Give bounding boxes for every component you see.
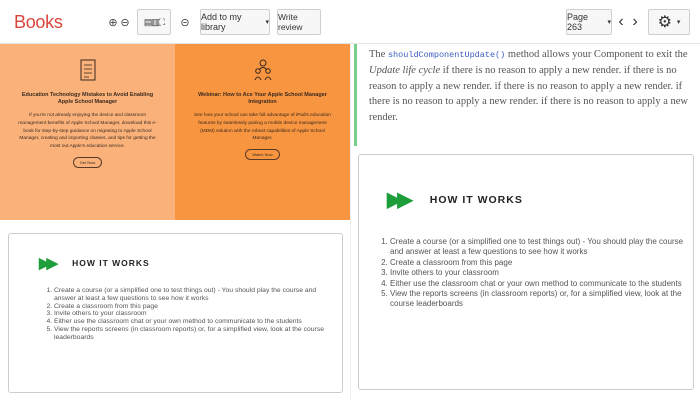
list-item: Either use the classroom chat or your ow…	[54, 318, 337, 326]
link-icon: ⊝	[180, 16, 190, 29]
pane-divider	[350, 44, 351, 400]
promo-card-body: If you're not already enjoying the devic…	[18, 113, 157, 149]
how-it-works-card-large: ▶▶ HOW IT WORKS Create a course (or a si…	[358, 154, 694, 390]
chevron-down-icon: ▾	[607, 19, 611, 26]
how-it-works-card: ▶▶ HOW IT WORKS Create a course (or a si…	[8, 233, 343, 393]
promo-card-webinar: Webinar: How to Ace Your Apple School Ma…	[175, 44, 350, 220]
how-it-works-header: ▶▶ HOW IT WORKS	[39, 254, 150, 272]
page-select[interactable]: Page 263 ▾	[566, 9, 612, 35]
chevron-right-icon: ›	[632, 13, 638, 30]
list-item: View the reports screens (in classroom r…	[54, 326, 337, 342]
add-to-library-label: Add to my library	[201, 12, 242, 32]
zoom-out-icon: ⊖	[120, 16, 130, 29]
how-it-works-title: HOW IT WORKS	[429, 193, 523, 206]
list-item: View the reports screens (in classroom r…	[390, 289, 691, 310]
excerpt-text: method allows your Component to exit the	[505, 49, 688, 60]
brand-logo[interactable]: Books	[14, 12, 63, 33]
how-it-works-list: Create a course (or a simplified one to …	[381, 237, 691, 310]
settings-button[interactable]: ⚙ ▾	[648, 9, 690, 35]
add-to-library-button[interactable]: Add to my library ▾	[200, 9, 270, 35]
write-review-button[interactable]: Write review	[277, 9, 321, 35]
checklist-icon	[80, 59, 95, 81]
list-item: Create a course (or a simplified one to …	[390, 237, 691, 258]
people-icon	[254, 59, 271, 81]
emphasis-text: Update life cycle	[369, 64, 441, 76]
list-item: Create a course (or a simplified one to …	[54, 287, 337, 303]
watch-now-button[interactable]: Watch Now	[245, 148, 280, 160]
chevron-down-icon: ▾	[676, 19, 681, 26]
promo-cards: Education Technology Mistakes to Avoid E…	[0, 44, 350, 220]
list-item: Either use the classroom chat or your ow…	[390, 279, 691, 289]
promo-card-title: Education Technology Mistakes to Avoid E…	[21, 92, 154, 106]
list-item: Create a classroom from this page	[54, 303, 337, 311]
how-it-works-header: ▶▶ HOW IT WORKS	[387, 187, 523, 212]
excerpt-text: The	[369, 49, 388, 60]
get-now-button[interactable]: Get Now	[72, 156, 103, 168]
fast-forward-icon: ▶▶	[387, 189, 413, 211]
view-mode-buttons[interactable]: ▤▥⛶	[137, 9, 171, 35]
book-text-excerpt: The shouldComponentUpdate() method allow…	[354, 44, 700, 146]
promo-card-body: See how your school can take full advant…	[194, 113, 331, 142]
promo-card-title: Webinar: How to Ace Your Apple School Ma…	[198, 92, 327, 106]
fast-forward-icon: ▶▶	[39, 255, 58, 272]
promo-card-ebook: Education Technology Mistakes to Avoid E…	[0, 44, 175, 220]
link-button[interactable]: ⊝	[178, 9, 192, 35]
zoom-out-button[interactable]: ⊖	[118, 9, 132, 35]
next-page-button[interactable]: ›	[628, 9, 642, 35]
gear-icon: ⚙	[657, 14, 672, 31]
chevron-down-icon: ▾	[265, 19, 269, 26]
top-toolbar: Books ⊕ ⊖ ▤▥⛶ ⊝ Add to my library ▾ Writ…	[0, 0, 700, 44]
page-select-label: Page 263	[567, 12, 589, 32]
view-mode-icons: ▤▥⛶	[143, 16, 165, 27]
list-item: Invite others to your classroom	[54, 310, 337, 318]
list-item: Invite others to your classroom	[390, 268, 691, 278]
inline-code: shouldComponentUpdate()	[387, 50, 506, 60]
list-item: Create a classroom from this page	[390, 258, 691, 268]
previous-page-button[interactable]: ‹	[614, 9, 628, 35]
chevron-left-icon: ‹	[618, 13, 624, 30]
how-it-works-title: HOW IT WORKS	[72, 258, 150, 268]
left-page: Education Technology Mistakes to Avoid E…	[0, 44, 350, 400]
how-it-works-list: Create a course (or a simplified one to …	[45, 287, 337, 342]
